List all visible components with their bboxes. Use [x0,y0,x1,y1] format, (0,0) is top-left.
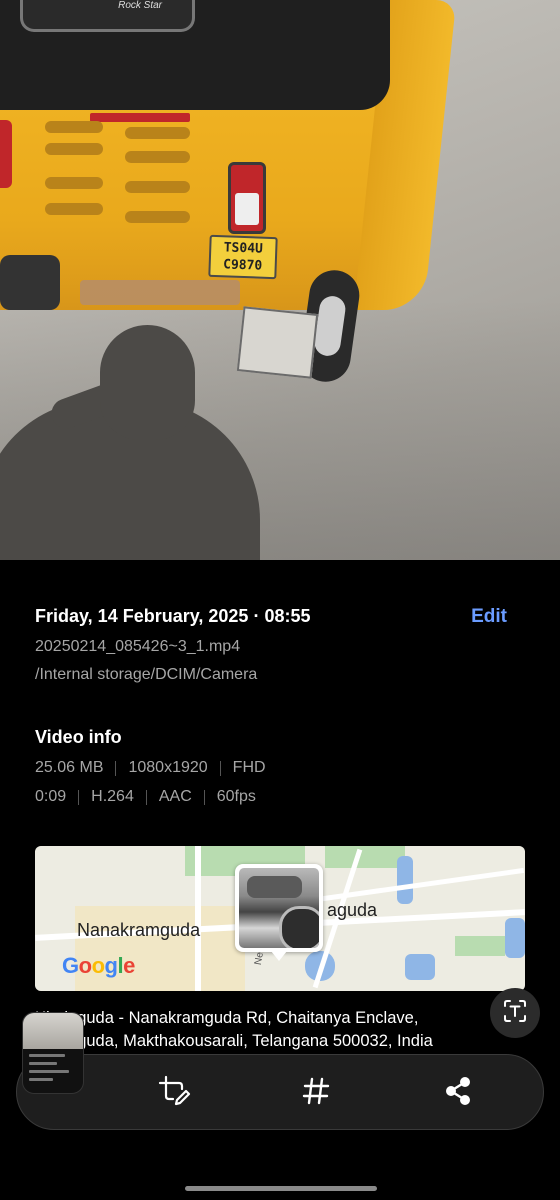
license-plate: TS04U C9870 [208,234,278,280]
audio-codec: AAC [158,788,192,805]
map-road [195,846,201,991]
video-info-row-1: 25.06 MB 1080x1920 FHD [35,759,266,777]
roof-badge: Rock Star [20,0,195,32]
duration: 0:09 [35,788,67,805]
date-time: Friday, 14 February, 2025 · 08:55 [35,606,311,626]
thumbnail-image [23,1013,83,1049]
map-park [325,846,405,868]
left-wheel [0,255,60,310]
video-preview[interactable]: Rock Star TS04U C9870 [0,0,560,560]
map-lake [505,918,525,958]
frame-rate: 60fps [216,788,256,805]
tag-button[interactable] [296,1073,336,1113]
share-icon [442,1075,474,1112]
roof-badge-text: Rock Star [118,0,162,11]
details-preview-thumbnail[interactable] [22,1012,84,1094]
address-line-1: Khajaguda - Nanakramguda Rd, Chaitanya E… [35,1009,419,1027]
date-row: Friday, 14 February, 2025 · 08:55 Edit [35,606,525,632]
mudflap [236,306,319,379]
plate-line-2: C9870 [222,257,263,274]
divider [219,760,221,776]
thumbnail-line [29,1078,53,1081]
address-line-2: Khajaguda, Makthakousarali, Telangana 50… [35,1032,433,1050]
quality: FHD [232,759,266,776]
crop-edit-button[interactable] [154,1073,194,1113]
rickshaw-roof: Rock Star [0,0,390,110]
map-park [455,936,505,956]
thumbnail-line [29,1054,65,1057]
rider-shadow-head [100,325,195,440]
divider [115,760,117,776]
divider [145,789,147,805]
file-path: /Internal storage/DCIM/Camera [35,666,258,683]
location-address: Khajaguda - Nanakramguda Rd, Chaitanya E… [35,1007,495,1053]
file-name: 20250214_085426~3_1.mp4 [35,638,241,655]
map-label-nanakramguda: Nanakramguda [77,920,201,940]
map-pin-thumbnail [239,868,319,948]
divider [203,789,205,805]
file-size: 25.06 MB [35,759,104,776]
google-logo: Google [62,953,135,978]
thumbnail-line [29,1070,69,1073]
crop-edit-icon [157,1074,191,1113]
video-info-title: Video info [35,727,122,747]
thumbnail-line [29,1062,57,1065]
right-taillight [228,162,266,234]
share-button[interactable] [438,1073,478,1113]
location-map[interactable]: Nanakramguda aguda Nehru Google [35,846,525,991]
divider [78,789,80,805]
map-lake [397,856,413,904]
map-lake [405,954,435,980]
left-taillight [0,120,12,188]
map-photo-pin[interactable] [235,864,323,961]
video-codec: H.264 [91,788,134,805]
bottom-action-bar [16,1054,544,1130]
edit-button[interactable]: Edit [471,606,507,628]
text-scan-button[interactable] [490,988,540,1038]
video-info-row-2: 0:09 H.264 AAC 60fps [35,788,256,806]
plate-line-1: TS04U [223,240,264,257]
rear-bumper [80,280,240,305]
rickshaw-grill [40,115,195,235]
home-indicator[interactable] [185,1186,377,1191]
hashtag-icon [300,1075,332,1112]
text-scan-icon [502,998,528,1029]
resolution: 1080x1920 [128,759,208,776]
map-label-khajaguda: aguda [327,900,378,920]
